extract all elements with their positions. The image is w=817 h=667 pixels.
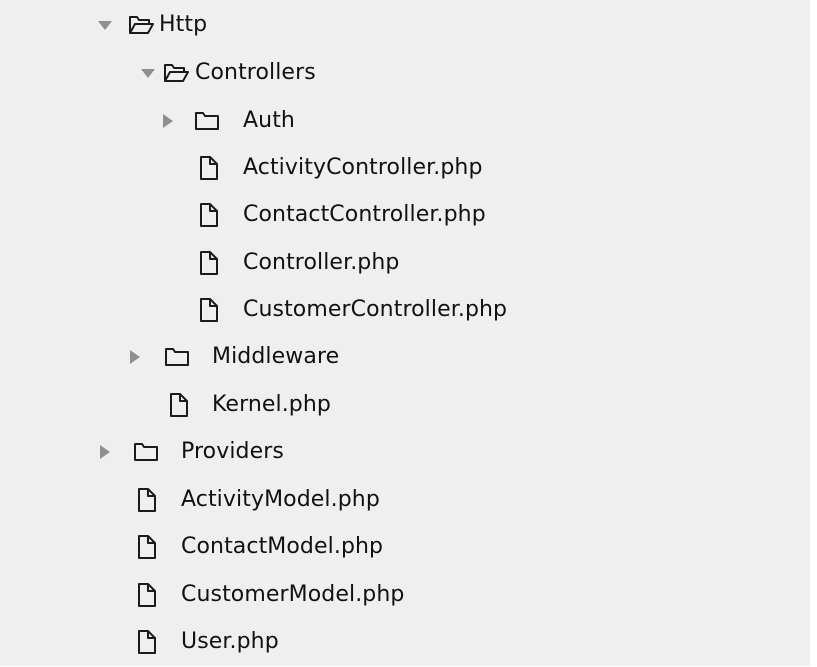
tree-file-controller[interactable]: Controller.php [0, 240, 810, 288]
folder-icon [194, 108, 220, 134]
tree-item-label: ContactModel.php [181, 534, 384, 559]
tree-folder-http[interactable]: Http [0, 2, 810, 50]
triangle-down-icon[interactable] [96, 15, 114, 35]
tree-item-label: Kernel.php [212, 392, 331, 417]
file-icon [134, 487, 160, 513]
tree-file-activity-model[interactable]: ActivityModel.php [0, 477, 810, 525]
triangle-down-icon[interactable] [139, 63, 157, 83]
tree-folder-auth[interactable]: Auth [0, 98, 810, 146]
file-icon [134, 534, 160, 560]
tree-file-activity-controller[interactable]: ActivityController.php [0, 145, 810, 193]
tree-file-contact-model[interactable]: ContactModel.php [0, 524, 810, 572]
file-icon [196, 297, 222, 323]
file-icon [196, 155, 222, 181]
folder-open-icon [128, 12, 154, 38]
tree-item-label: Http [159, 12, 208, 37]
file-icon [134, 629, 160, 655]
file-icon [196, 202, 222, 228]
tree-item-label: User.php [181, 629, 279, 654]
tree-folder-middleware[interactable]: Middleware [0, 334, 810, 382]
tree-item-label: Auth [243, 108, 295, 133]
tree-item-label: Providers [181, 439, 284, 464]
tree-item-label: ActivityController.php [243, 155, 483, 180]
file-explorer-panel: Http Controllers Auth ActivityController… [0, 0, 817, 666]
tree-folder-controllers[interactable]: Controllers [0, 50, 810, 98]
tree-folder-providers[interactable]: Providers [0, 429, 810, 477]
triangle-right-icon[interactable] [97, 442, 115, 462]
file-icon [166, 392, 192, 418]
panel-edge [810, 0, 817, 666]
triangle-right-icon[interactable] [127, 347, 145, 367]
folder-icon [164, 344, 190, 370]
tree-file-kernel[interactable]: Kernel.php [0, 382, 810, 430]
tree-item-label: ContactController.php [243, 202, 486, 227]
file-icon [196, 250, 222, 276]
tree-file-user[interactable]: User.php [0, 619, 810, 667]
tree-file-contact-controller[interactable]: ContactController.php [0, 192, 810, 240]
folder-open-icon [163, 60, 189, 86]
file-icon [134, 582, 160, 608]
tree-file-customer-controller[interactable]: CustomerController.php [0, 287, 810, 335]
tree-item-label: Controller.php [243, 250, 400, 275]
tree-item-label: Middleware [212, 344, 340, 369]
folder-icon [133, 439, 159, 465]
tree-item-label: CustomerModel.php [181, 582, 405, 607]
tree-file-customer-model[interactable]: CustomerModel.php [0, 572, 810, 620]
triangle-right-icon[interactable] [160, 111, 178, 131]
tree-item-label: ActivityModel.php [181, 487, 380, 512]
tree-item-label: Controllers [195, 60, 316, 85]
tree-item-label: CustomerController.php [243, 297, 508, 322]
